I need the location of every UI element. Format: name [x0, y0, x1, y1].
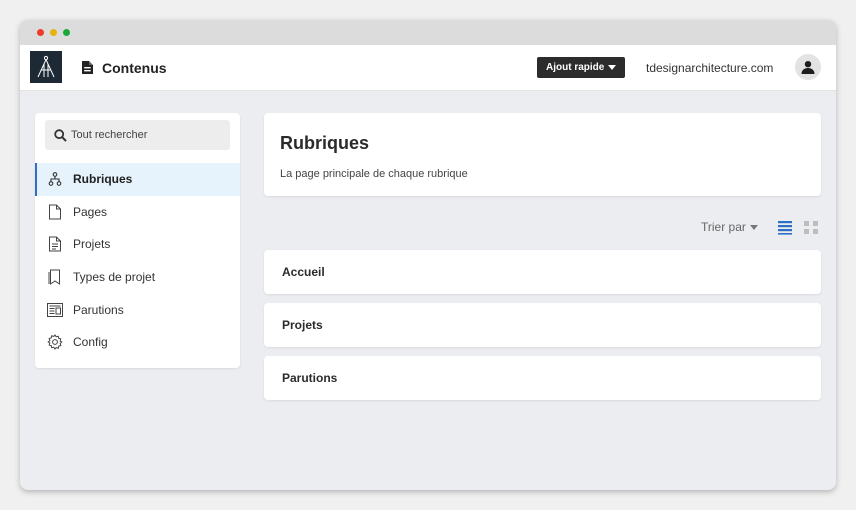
maximize-window-button[interactable] [63, 29, 70, 36]
sidebar-item-label: Parutions [73, 302, 124, 317]
sidebar-nav: Rubriques Pages Projets Types de projet … [35, 163, 240, 359]
list-item[interactable]: Accueil [264, 250, 821, 294]
search-icon [54, 128, 67, 142]
sidebar-item-types-de-projet[interactable]: Types de projet [35, 261, 240, 294]
quick-add-button[interactable]: Ajout rapide [537, 57, 626, 78]
sidebar-item-label: Projets [73, 237, 111, 252]
section-header-card: Rubriques La page principale de chaque r… [264, 113, 821, 196]
gear-icon [47, 334, 63, 351]
sidebar-item-label: Rubriques [73, 172, 133, 187]
sidebar-item-projets[interactable]: Projets [35, 228, 240, 261]
sidebar-item-label: Config [73, 335, 108, 350]
top-header: Contenus Ajout rapide tdesignarchitectur… [20, 45, 836, 91]
sidebar-item-label: Pages [73, 204, 108, 219]
document-icon [81, 60, 94, 80]
sort-label: Trier par [701, 220, 746, 234]
search-placeholder: Tout rechercher [71, 129, 148, 141]
section-title: Rubriques [280, 133, 370, 153]
minimize-window-button[interactable] [50, 29, 57, 36]
user-icon [801, 61, 815, 74]
avatar[interactable] [795, 54, 821, 80]
document-icon [47, 236, 63, 252]
section-subtitle: La page principale de chaque rubrique [280, 168, 468, 180]
page-title: Contenus [102, 60, 167, 76]
list-item[interactable]: Projets [264, 303, 821, 347]
search-input[interactable]: Tout rechercher [45, 120, 230, 150]
newspaper-icon [47, 302, 63, 318]
quick-add-label: Ajout rapide [546, 62, 605, 73]
sidebar-item-pages[interactable]: Pages [35, 196, 240, 229]
list-view-icon[interactable] [777, 219, 793, 240]
bookmark-icon [47, 269, 63, 286]
grid-view-icon[interactable] [803, 219, 819, 240]
sitemap-icon [47, 171, 63, 187]
sidebar-item-rubriques[interactable]: Rubriques [35, 163, 240, 196]
caret-down-icon [608, 65, 617, 70]
sort-dropdown[interactable]: Trier par [701, 220, 758, 234]
page-icon [47, 204, 63, 220]
logo-icon[interactable] [30, 51, 62, 83]
app-window: Contenus Ajout rapide tdesignarchitectur… [20, 20, 836, 490]
caret-down-icon [749, 224, 758, 230]
window-titlebar [20, 20, 836, 45]
close-window-button[interactable] [37, 29, 44, 36]
sidebar-item-parutions[interactable]: Parutions [35, 293, 240, 326]
sidebar: Tout rechercher Rubriques Pages Projets … [35, 113, 240, 368]
list-item[interactable]: Parutions [264, 356, 821, 400]
sidebar-item-label: Types de projet [73, 270, 156, 285]
site-link[interactable]: tdesignarchitecture.com [646, 61, 773, 75]
sidebar-item-config[interactable]: Config [35, 326, 240, 359]
